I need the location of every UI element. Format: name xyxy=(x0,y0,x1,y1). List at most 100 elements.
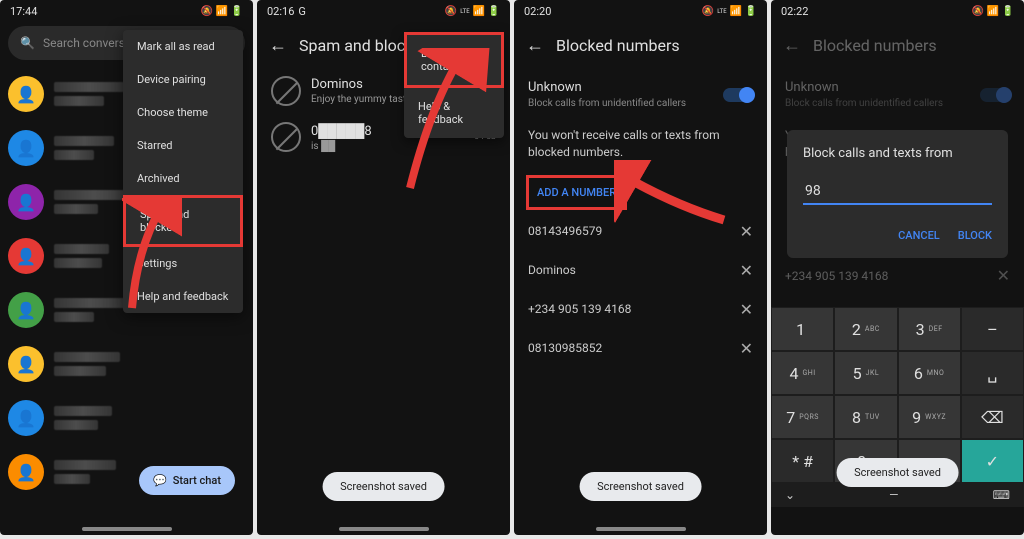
keyboard-icon[interactable]: ⌨ xyxy=(993,488,1010,502)
menu-archived[interactable]: Archived xyxy=(123,162,243,195)
status-time: 02:22 xyxy=(781,5,808,18)
avatar: 👤 xyxy=(8,184,44,220)
nav-handle xyxy=(82,527,172,531)
nav-handle xyxy=(596,527,686,531)
avatar: 👤 xyxy=(8,238,44,274)
key-3[interactable]: 3DEF xyxy=(898,307,961,351)
status-time: 17:44 xyxy=(10,5,37,18)
avatar: 👤 xyxy=(8,130,44,166)
blocked-number-row: 08130985852✕ xyxy=(514,329,767,368)
start-chat-fab[interactable]: 💬 Start chat xyxy=(139,466,235,495)
key-enter[interactable]: ✓ xyxy=(961,439,1024,483)
menu-starred[interactable]: Starred xyxy=(123,129,243,162)
key-5[interactable]: 5JKL xyxy=(834,351,897,395)
menu-mark-read[interactable]: Mark all as read xyxy=(123,30,243,63)
appbar: ← Blocked numbers xyxy=(514,22,767,68)
list-item[interactable]: 👤 xyxy=(8,394,245,442)
key-6[interactable]: 6MNO xyxy=(898,351,961,395)
block-dialog: Block calls and texts from 98 CANCEL BLO… xyxy=(787,130,1008,258)
unknown-toggle[interactable] xyxy=(723,88,753,102)
block-button[interactable]: BLOCK xyxy=(958,229,992,242)
add-number-button[interactable]: ADD A NUMBER xyxy=(526,175,627,210)
close-icon[interactable]: ✕ xyxy=(740,261,753,280)
blocked-number-row: 08143496579✕ xyxy=(514,212,767,251)
chevron-down-icon[interactable]: ⌄ xyxy=(785,488,795,502)
screenshot-toast: Screenshot saved xyxy=(579,472,702,501)
key-4[interactable]: 4GHI xyxy=(771,351,834,395)
phone-spam-blocked: 02:16 G 🔕 LTE 📶 🔋 ← Spam and block Domin… xyxy=(257,0,510,535)
status-icons: 🔕 LTE 📶 🔋 xyxy=(445,6,500,17)
nav-handle xyxy=(339,527,429,531)
avatar: 👤 xyxy=(8,346,44,382)
key-9[interactable]: 9WXYZ xyxy=(898,395,961,439)
status-icons: 🔕 LTE 📶 🔋 xyxy=(702,6,757,17)
status-icons: 🔕 📶 🔋 xyxy=(201,6,243,17)
close-icon[interactable]: ✕ xyxy=(740,300,753,319)
block-icon xyxy=(271,122,301,152)
list-item[interactable]: 👤 xyxy=(8,340,245,388)
screenshot-toast: Screenshot saved xyxy=(836,458,959,487)
unknown-sub: Block calls from unidentified callers xyxy=(528,98,686,109)
close-icon[interactable]: ✕ xyxy=(740,222,753,241)
cancel-button[interactable]: CANCEL xyxy=(898,229,940,242)
avatar: 👤 xyxy=(8,76,44,112)
screenshot-toast: Screenshot saved xyxy=(322,472,445,501)
key-1[interactable]: 1 xyxy=(771,307,834,351)
menu-spam-blocked[interactable]: Spam and blocked xyxy=(123,195,243,247)
avatar: 👤 xyxy=(8,454,44,490)
menu-help[interactable]: Help & feedback xyxy=(404,88,504,138)
status-time: 02:16 xyxy=(267,5,294,18)
menu-help[interactable]: Help and feedback xyxy=(123,280,243,313)
menu-theme[interactable]: Choose theme xyxy=(123,96,243,129)
unknown-title: Unknown xyxy=(785,80,943,95)
status-icons: 🔕 📶 🔋 xyxy=(972,6,1014,17)
key-symbols[interactable]: * # xyxy=(771,439,834,483)
phone-add-number-dialog: 02:22 🔕 📶 🔋 ← Blocked numbers Unknown Bl… xyxy=(771,0,1024,535)
back-icon[interactable]: ← xyxy=(526,35,544,56)
statusbar: 17:44 🔕 📶 🔋 xyxy=(0,0,253,22)
statusbar: 02:20 🔕 LTE 📶 🔋 xyxy=(514,0,767,22)
unknown-toggle-row: Unknown Block calls from unidentified ca… xyxy=(771,68,1024,121)
unknown-title: Unknown xyxy=(528,80,686,95)
menu-blocked-contacts[interactable]: Blocked contacts xyxy=(404,32,504,88)
statusbar: 02:22 🔕 📶 🔋 xyxy=(771,0,1024,22)
key-2[interactable]: 2ABC xyxy=(834,307,897,351)
keyboard-dash: — xyxy=(889,488,898,502)
start-chat-label: Start chat xyxy=(173,474,221,487)
back-icon[interactable]: ← xyxy=(269,35,287,56)
chat-icon: 💬 xyxy=(153,474,167,487)
key-space[interactable]: ␣ xyxy=(961,351,1024,395)
appbar-title: Blocked numbers xyxy=(813,36,937,55)
close-icon[interactable]: ✕ xyxy=(740,339,753,358)
appbar-title: Blocked numbers xyxy=(556,36,680,55)
unknown-toggle-row: Unknown Block calls from unidentified ca… xyxy=(514,68,767,121)
phone-number-input[interactable]: 98 xyxy=(803,179,992,205)
appbar-title: Spam and block xyxy=(299,36,413,55)
block-icon xyxy=(271,76,301,106)
info-text: You won't receive calls or texts from bl… xyxy=(514,121,767,173)
overflow-menu: Mark all as read Device pairing Choose t… xyxy=(123,30,243,313)
statusbar: 02:16 G 🔕 LTE 📶 🔋 xyxy=(257,0,510,22)
avatar: 👤 xyxy=(8,292,44,328)
menu-device-pairing[interactable]: Device pairing xyxy=(123,63,243,96)
phone-messages-list: 17:44 🔕 📶 🔋 🔍 Search conversati 👤 👤 👤 👤 … xyxy=(0,0,253,535)
unknown-sub: Block calls from unidentified callers xyxy=(785,98,943,109)
status-time: 02:20 xyxy=(524,5,551,18)
blocked-number-row: +234 905 139 4168✕ xyxy=(771,256,1024,295)
key-backspace[interactable]: ⌫ xyxy=(961,395,1024,439)
search-icon: 🔍 xyxy=(20,36,35,50)
overflow-menu: Blocked contacts Help & feedback xyxy=(404,32,504,138)
dialog-title: Block calls and texts from xyxy=(803,146,992,161)
blocked-number-row: +234 905 139 4168✕ xyxy=(514,290,767,329)
key-7[interactable]: 7PQRS xyxy=(771,395,834,439)
appbar: ← Blocked numbers xyxy=(771,22,1024,68)
key-8[interactable]: 8TUV xyxy=(834,395,897,439)
menu-settings[interactable]: Settings xyxy=(123,247,243,280)
close-icon: ✕ xyxy=(997,266,1010,285)
back-icon: ← xyxy=(783,35,801,56)
unknown-toggle xyxy=(980,88,1010,102)
spam-sub: is ██ xyxy=(311,141,464,152)
blocked-number-row: Dominos✕ xyxy=(514,251,767,290)
phone-blocked-numbers: 02:20 🔕 LTE 📶 🔋 ← Blocked numbers Unknow… xyxy=(514,0,767,535)
key-dash[interactable]: – xyxy=(961,307,1024,351)
